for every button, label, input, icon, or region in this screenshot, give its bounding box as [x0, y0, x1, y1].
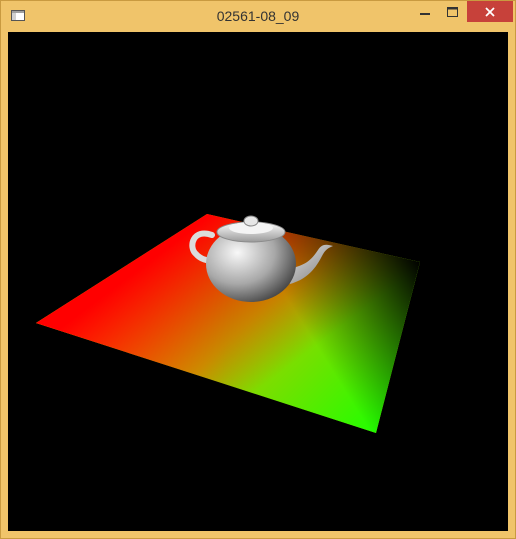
app-window: 02561-08_09	[0, 0, 516, 539]
teapot-knob	[243, 215, 259, 227]
minimize-button[interactable]	[411, 1, 438, 22]
scene-canvas[interactable]	[8, 32, 508, 531]
title-bar[interactable]: 02561-08_09	[1, 1, 515, 31]
close-icon	[485, 6, 495, 17]
maximize-button[interactable]	[439, 1, 466, 22]
maximize-icon	[447, 6, 458, 17]
close-button[interactable]	[467, 1, 513, 22]
render-viewport[interactable]	[8, 32, 508, 531]
minimize-icon	[419, 12, 430, 15]
